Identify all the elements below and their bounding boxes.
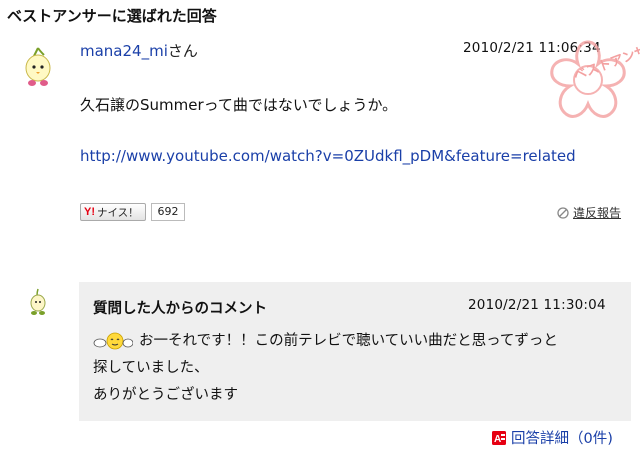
answerer-name[interactable]: mana24_miさん	[80, 40, 198, 61]
comment-line-1: お一それです！！この前テレビで聴いていい曲だと思ってずっと	[93, 328, 618, 355]
svg-text:A: A	[494, 434, 501, 445]
comment-title: 質問した人からのコメント	[93, 301, 267, 317]
report-label: 違反報告	[573, 206, 622, 220]
bowing-face-emoji-icon	[93, 332, 133, 350]
section-heading: ベストアンサーに選ばれた回答	[7, 7, 217, 25]
answer-link[interactable]: http://www.youtube.com/watch?v=0ZUdkfl_p…	[80, 147, 576, 165]
comment-datetime: 2010/2/21 11:30:04	[468, 297, 606, 313]
comment-body: お一それです！！この前テレビで聴いていい曲だと思ってずっと 探していました、 あ…	[93, 328, 618, 409]
comment-line-2: 探していました、	[93, 360, 209, 376]
comment-line-1-text: お一それです！！この前テレビで聴いていい曲だと思ってずっと	[139, 333, 558, 349]
comment-line-3: ありがとうございます	[93, 387, 238, 403]
username-link[interactable]: mana24_mi	[80, 42, 168, 60]
best-answer-stamp-icon: ベストアンサー	[550, 39, 640, 118]
nice-label: ナイス！	[97, 206, 139, 219]
document-icon: A	[492, 430, 506, 445]
nice-button[interactable]: Y! ナイス！	[80, 203, 146, 221]
prohibited-icon	[557, 206, 569, 219]
nice-count: 692	[151, 203, 185, 221]
questioner-avatar[interactable]	[28, 286, 48, 316]
answer-detail-link[interactable]: A 回答詳細（0件)	[491, 427, 613, 448]
report-link[interactable]: 違反報告	[557, 204, 621, 221]
answerer-avatar[interactable]	[20, 46, 56, 88]
username-honorific: さん	[167, 42, 198, 60]
yahoo-logo-icon: Y!	[84, 206, 95, 218]
answer-detail-label: 回答詳細（0件)	[511, 431, 613, 447]
answer-text: 久石譲のSummerって曲ではないでしょうか。	[80, 96, 398, 114]
